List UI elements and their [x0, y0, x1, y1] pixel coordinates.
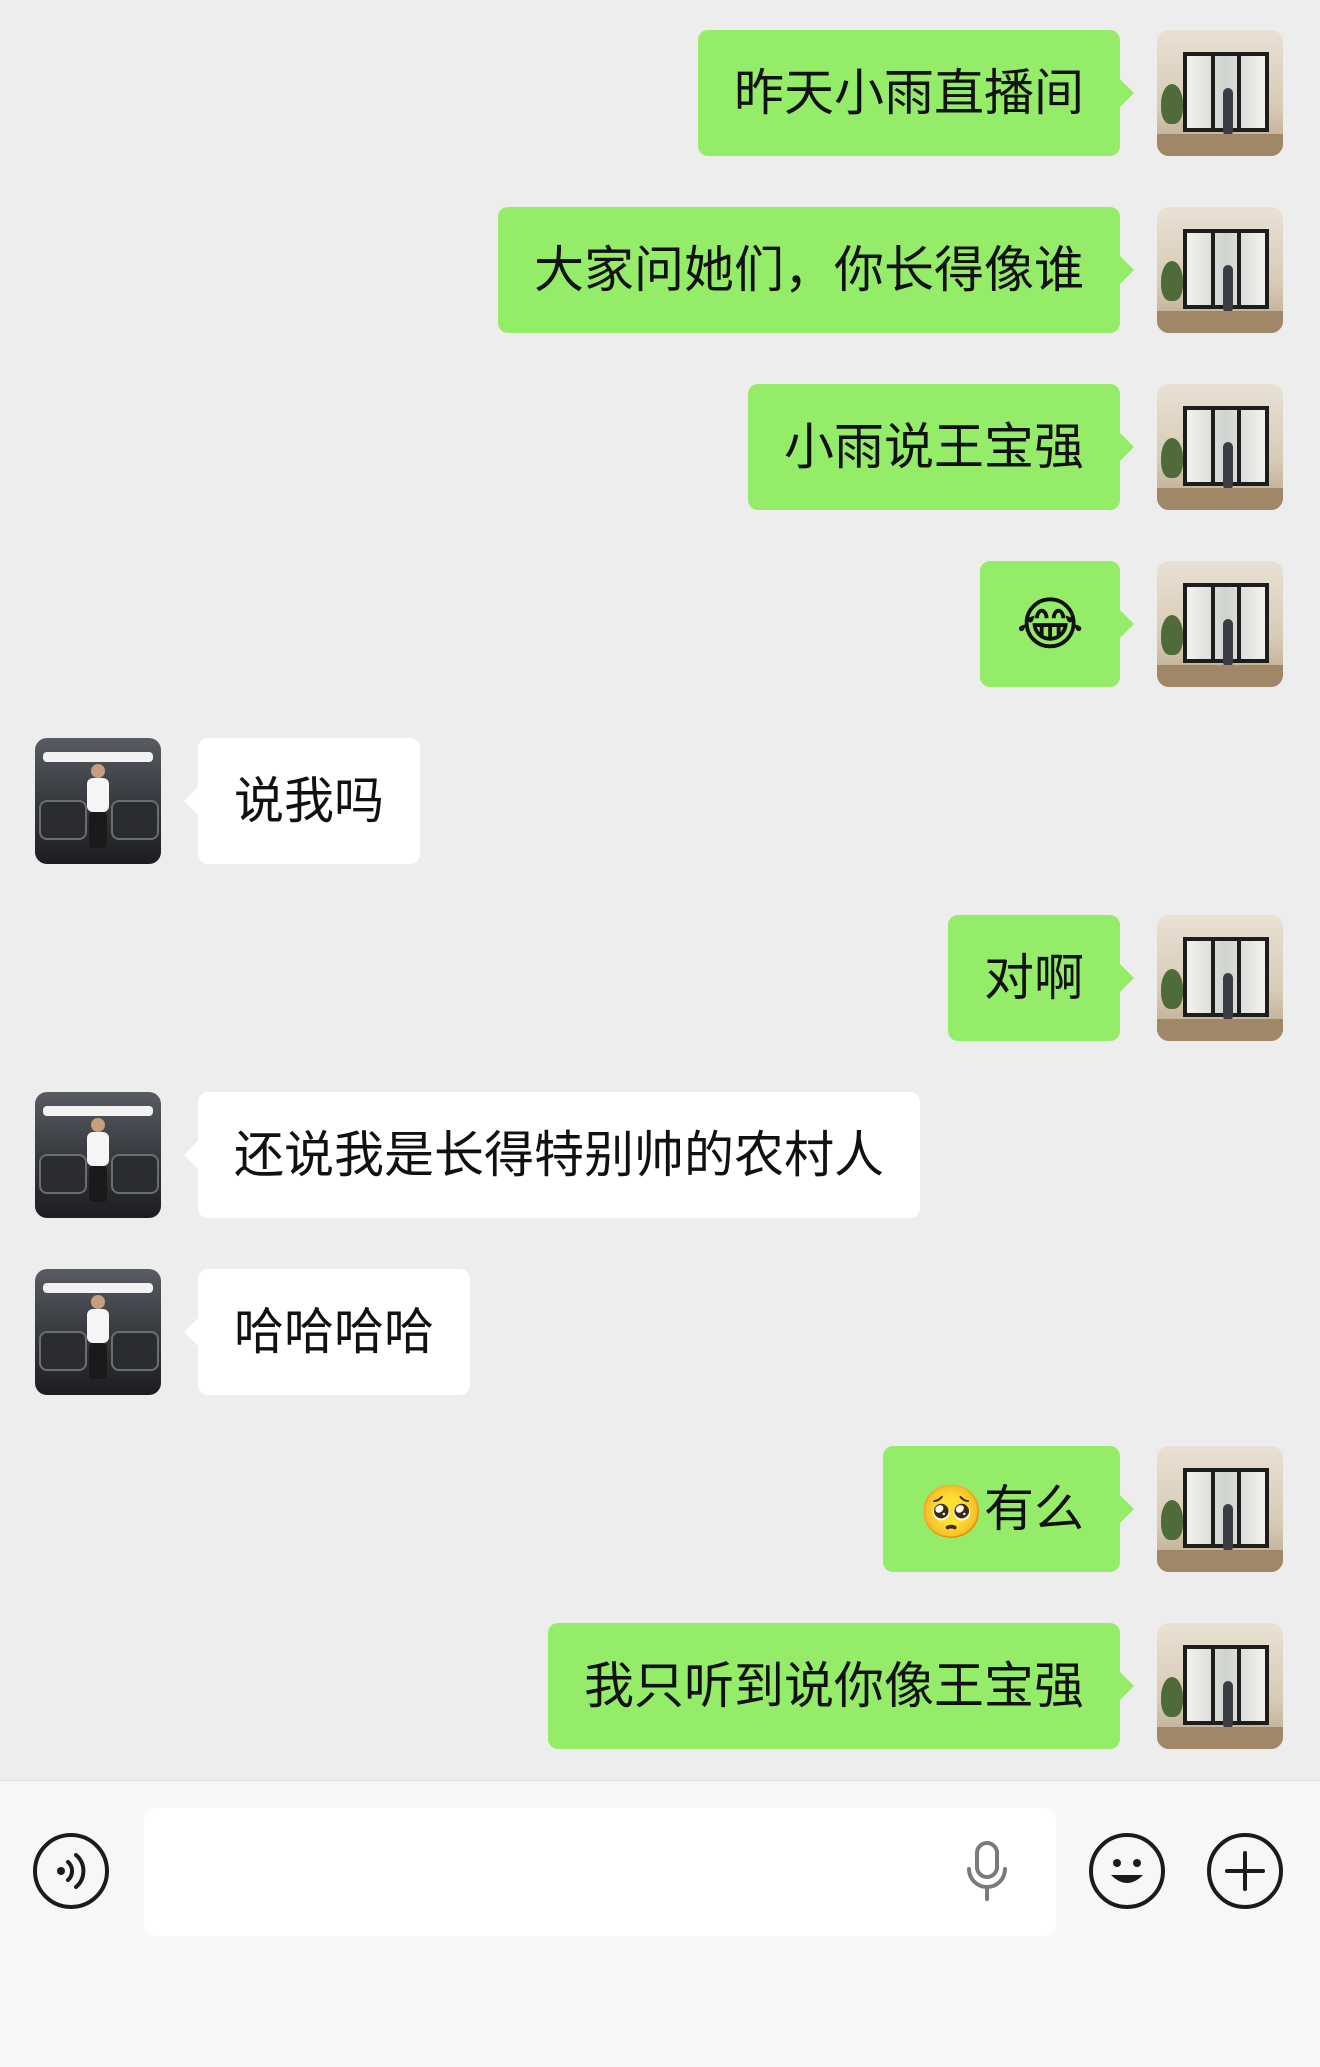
message-bubble-other[interactable]: 还说我是长得特别帅的农村人: [184, 1092, 920, 1218]
voice-toggle-button[interactable]: [33, 1833, 109, 1909]
message-bubble-me[interactable]: 对啊: [948, 915, 1134, 1041]
message-row-me: 我只听到说你像王宝强: [0, 1623, 1320, 1749]
my-avatar[interactable]: [1157, 1623, 1283, 1749]
my-avatar[interactable]: [1157, 561, 1283, 687]
smiley-icon: [1111, 1859, 1143, 1883]
message-bubble-other[interactable]: 哈哈哈哈: [184, 1269, 470, 1395]
message-row-me: 大家问她们，你长得像谁: [0, 207, 1320, 333]
message-row-other: 哈哈哈哈: [0, 1269, 1320, 1395]
message-row-me: 😂: [0, 561, 1320, 687]
contact-avatar[interactable]: [35, 1269, 161, 1395]
my-avatar[interactable]: [1157, 915, 1283, 1041]
mic-icon[interactable]: [962, 1841, 1012, 1903]
my-avatar[interactable]: [1157, 1446, 1283, 1572]
message-row-me: 🥺有么: [0, 1446, 1320, 1572]
message-bubble-me[interactable]: 我只听到说你像王宝强: [548, 1623, 1134, 1749]
message-bubble-me[interactable]: 小雨说王宝强: [748, 384, 1134, 510]
emoji-button[interactable]: [1089, 1833, 1165, 1909]
message-bubble-me[interactable]: 🥺有么: [883, 1446, 1134, 1572]
chat-message-list[interactable]: 昨天小雨直播间 大家问她们，你长得像谁 小雨说王宝强 😂 说我吗 对啊 还说我是…: [0, 0, 1320, 1780]
my-avatar[interactable]: [1157, 384, 1283, 510]
contact-avatar[interactable]: [35, 1092, 161, 1218]
message-row-me: 小雨说王宝强: [0, 384, 1320, 510]
message-bubble-me[interactable]: 大家问她们，你长得像谁: [498, 207, 1134, 333]
my-avatar[interactable]: [1157, 207, 1283, 333]
message-bubble-me[interactable]: 昨天小雨直播间: [698, 30, 1134, 156]
pleading-face-emoji-icon: 🥺: [919, 1482, 984, 1543]
message-bubble-other[interactable]: 说我吗: [184, 738, 420, 864]
message-row-me: 对啊: [0, 915, 1320, 1041]
message-row-other: 还说我是长得特别帅的农村人: [0, 1092, 1320, 1218]
contact-avatar[interactable]: [35, 738, 161, 864]
my-avatar[interactable]: [1157, 30, 1283, 156]
message-row-other: 说我吗: [0, 738, 1320, 864]
tears-of-joy-emoji-icon: 😂: [1016, 590, 1084, 658]
message-input[interactable]: [144, 1808, 1056, 1936]
voice-icon: [57, 1853, 86, 1889]
chat-input-bar: [0, 1780, 1320, 2067]
message-bubble-me[interactable]: 😂: [980, 561, 1134, 687]
plus-icon: [1225, 1851, 1265, 1891]
message-text: 有么: [984, 1480, 1084, 1538]
more-options-button[interactable]: [1207, 1833, 1283, 1909]
message-row-me: 昨天小雨直播间: [0, 30, 1320, 156]
